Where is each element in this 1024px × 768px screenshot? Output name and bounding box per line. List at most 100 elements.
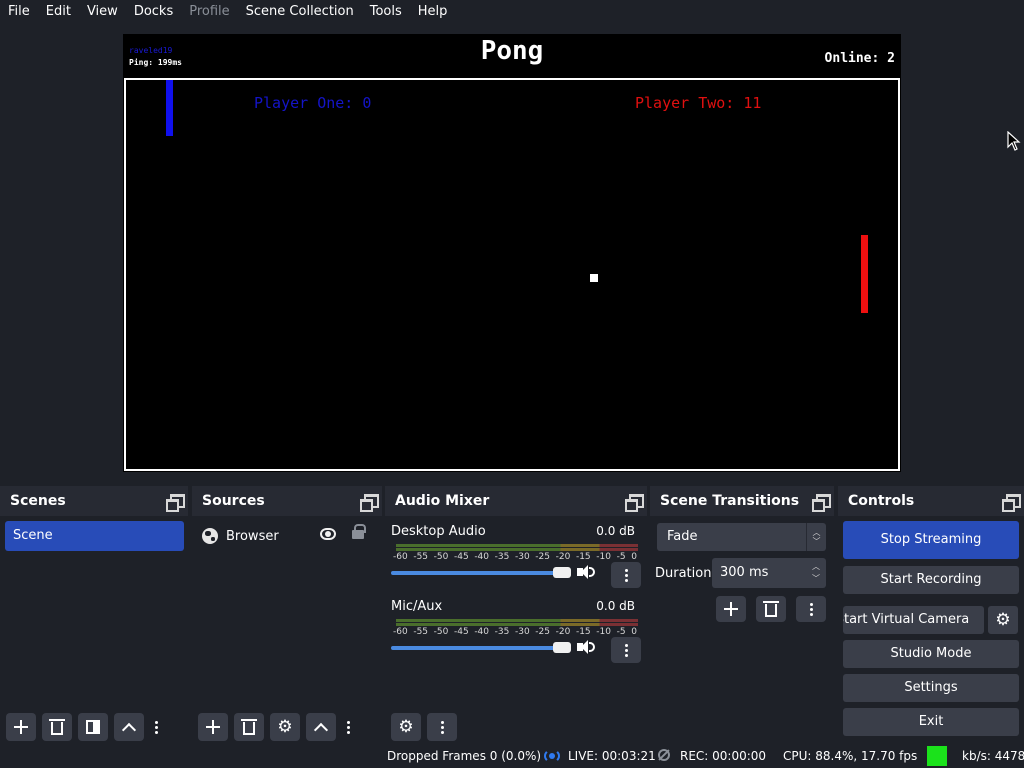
channel-volume-db: 0.0 dB	[596, 599, 635, 613]
mixer-channel-mic: Mic/Aux 0.0 dB -60 -55 -50 -45 -40 -35 -30 -25-…	[391, 599, 641, 665]
rec-off-icon	[658, 749, 670, 761]
remove-transition-button[interactable]	[756, 596, 786, 622]
start-recording-button[interactable]: Start Recording	[843, 566, 1019, 594]
menu-profile[interactable]: Profile	[181, 0, 237, 24]
plus-icon	[14, 720, 28, 734]
globe-icon	[202, 528, 218, 544]
meter-ticks: -60 -55 -50 -45 -40 -35 -30 -25 -20 -15 -10 -5 0	[393, 627, 637, 637]
transitions-title: Scene Transitions	[660, 493, 800, 509]
transitions-dock-header: Scene Transitions	[650, 486, 834, 516]
duration-label: Duration	[655, 566, 712, 581]
duration-spinbox[interactable]: 300 ms ︿ ﹀	[712, 558, 826, 588]
sources-dock: Sources Browser ⚙	[192, 486, 382, 744]
mixer-dock-header: Audio Mixer	[385, 486, 647, 516]
add-scene-button[interactable]	[6, 713, 36, 741]
undock-icon[interactable]	[166, 494, 185, 512]
audio-mixer-dock: Audio Mixer Desktop Audio 0.0 dB -60 -55-…	[385, 486, 647, 744]
scene-filters-button[interactable]	[78, 713, 108, 741]
bitrate: kb/s: 4478	[962, 749, 1024, 763]
channel-menu-button[interactable]	[611, 562, 641, 588]
plus-icon	[724, 602, 738, 616]
speaker-icon[interactable]	[577, 564, 595, 580]
menu-bar: File Edit View Docks Profile Scene Colle…	[0, 0, 1024, 24]
source-label: Browser	[226, 528, 279, 544]
start-virtual-camera-button[interactable]: Start Virtual Camera	[843, 606, 984, 634]
menu-file[interactable]: File	[0, 0, 38, 24]
menu-scene-collection[interactable]: Scene Collection	[238, 0, 362, 24]
trash-icon	[763, 601, 779, 617]
lock-icon[interactable]	[352, 524, 366, 539]
undock-icon[interactable]	[360, 494, 379, 512]
settings-button[interactable]: Settings	[843, 674, 1019, 702]
ball	[590, 274, 598, 282]
paddle-player-two	[861, 235, 868, 313]
program-preview[interactable]: raveled19 Ping: 199ms Pong Online: 2 Pla…	[123, 34, 901, 472]
scene-item[interactable]: Scene	[5, 521, 184, 551]
volume-slider[interactable]	[391, 646, 571, 650]
duration-value: 300 ms	[720, 565, 769, 580]
menu-docks[interactable]: Docks	[126, 0, 181, 24]
add-transition-button[interactable]	[716, 596, 746, 622]
add-source-button[interactable]	[198, 713, 228, 741]
mixer-toolbar: ⚙	[385, 710, 647, 744]
controls-title: Controls	[848, 493, 915, 509]
channel-volume-db: 0.0 dB	[596, 524, 635, 538]
move-source-up-button[interactable]	[306, 713, 336, 741]
channel-menu-button[interactable]	[611, 637, 641, 663]
gear-icon: ⚙	[995, 609, 1011, 630]
more-vertical-icon	[809, 602, 813, 616]
scenes-menu-button[interactable]	[150, 713, 162, 741]
score-player-two: Player Two: 11	[635, 94, 762, 112]
remove-source-button[interactable]	[234, 713, 264, 741]
menu-edit[interactable]: Edit	[38, 0, 79, 24]
scenes-dock: Scenes Scene	[0, 486, 188, 744]
advanced-audio-button[interactable]: ⚙	[391, 713, 421, 741]
sources-toolbar: ⚙	[192, 710, 382, 744]
connection-health-indicator	[927, 746, 947, 766]
more-vertical-icon	[624, 568, 628, 582]
exit-button[interactable]: Exit	[843, 708, 1019, 736]
remove-scene-button[interactable]	[42, 713, 72, 741]
transition-select[interactable]: Fade ︿ ﹀	[657, 523, 826, 551]
chevron-up-icon	[121, 722, 137, 737]
virtual-camera-settings-button[interactable]: ⚙	[988, 606, 1018, 634]
menu-help[interactable]: Help	[410, 0, 456, 24]
chevron-up-icon	[313, 722, 329, 737]
more-vertical-icon	[624, 643, 628, 657]
game-online-count: Online: 2	[824, 51, 895, 66]
live-time: LIVE: 00:03:21	[568, 749, 656, 763]
volume-slider-handle[interactable]	[553, 567, 571, 578]
undock-icon[interactable]	[1002, 494, 1021, 512]
status-bar: Dropped Frames 0 (0.0%) LIVE: 00:03:21 R…	[0, 744, 1024, 768]
controls-dock-header: Controls	[838, 486, 1024, 516]
eye-icon[interactable]	[320, 528, 336, 540]
stop-streaming-button[interactable]: Stop Streaming	[843, 521, 1019, 559]
sources-title: Sources	[202, 493, 265, 509]
updown-arrows-icon: ︿ ﹀	[806, 523, 826, 551]
move-scene-up-button[interactable]	[114, 713, 144, 741]
volume-slider[interactable]	[391, 571, 571, 575]
volume-slider-handle[interactable]	[553, 642, 571, 653]
scenes-title: Scenes	[10, 493, 66, 509]
studio-mode-button[interactable]: Studio Mode	[843, 640, 1019, 668]
undock-icon[interactable]	[625, 494, 644, 512]
scenes-list: Scene	[0, 516, 188, 744]
transition-selected: Fade	[667, 529, 698, 544]
source-properties-button[interactable]: ⚙	[270, 713, 300, 741]
sources-menu-button[interactable]	[342, 713, 354, 741]
game-arena: Player One: 0 Player Two: 11	[124, 78, 900, 471]
mixer-menu-button[interactable]	[427, 713, 457, 741]
menu-tools[interactable]: Tools	[362, 0, 410, 24]
source-item[interactable]: Browser	[202, 524, 372, 546]
channel-name: Desktop Audio	[391, 524, 486, 539]
spin-arrows-icon[interactable]: ︿ ﹀	[808, 560, 824, 586]
menu-view[interactable]: View	[79, 0, 126, 24]
speaker-icon[interactable]	[577, 639, 595, 655]
filter-icon	[86, 720, 100, 734]
channel-name: Mic/Aux	[391, 599, 443, 614]
undock-icon[interactable]	[812, 494, 831, 512]
dropped-frames: Dropped Frames 0 (0.0%)	[387, 749, 542, 763]
live-broadcast-icon	[543, 749, 561, 763]
sources-list: Browser ⚙	[192, 516, 382, 744]
transition-menu-button[interactable]	[796, 596, 826, 622]
